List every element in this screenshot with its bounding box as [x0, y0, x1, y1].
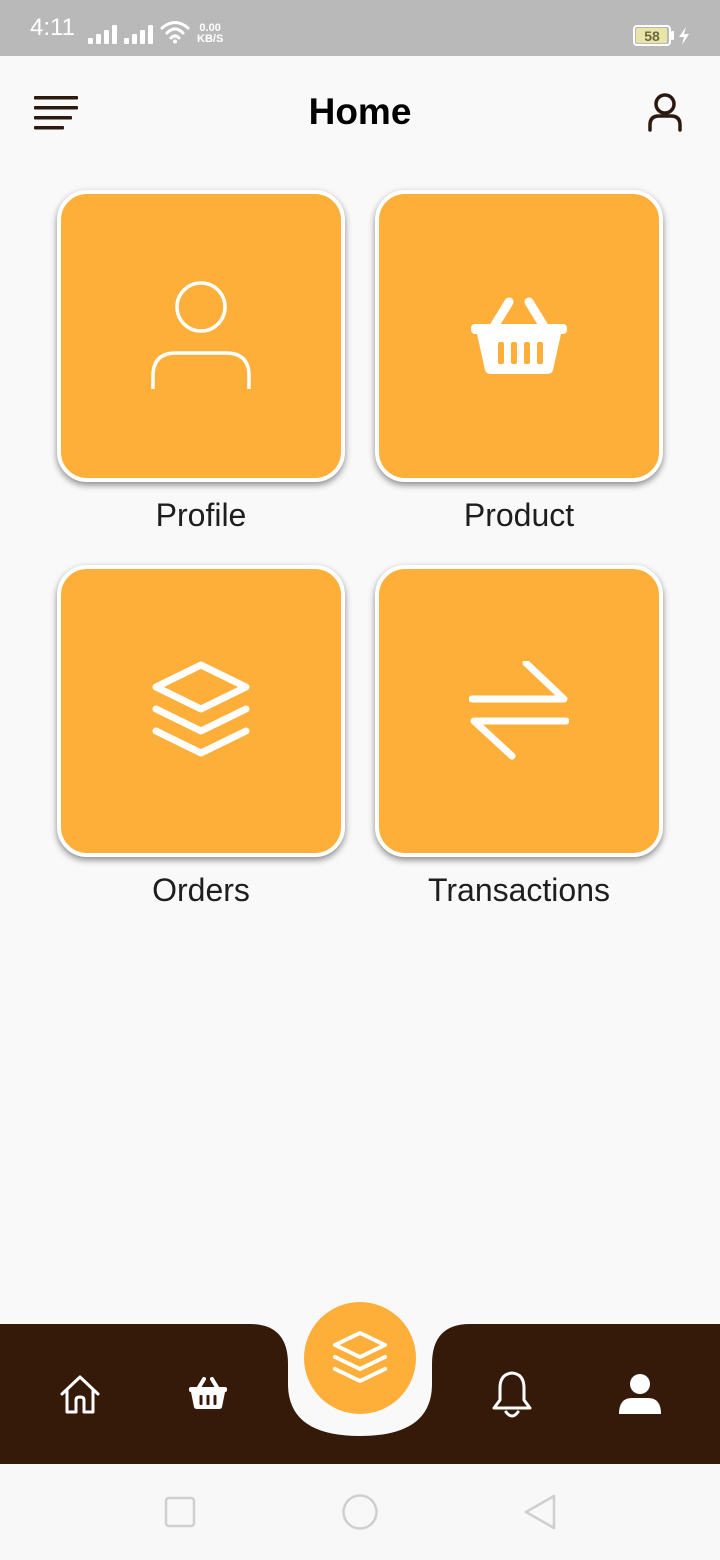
network-speed: 0.00 KB/S	[197, 23, 223, 45]
tile-product-box[interactable]	[375, 190, 663, 482]
tile-transactions-box[interactable]	[375, 565, 663, 857]
status-bar: 4:11 0.00 KB/S 58	[0, 0, 720, 56]
page-title: Home	[308, 91, 412, 132]
tile-profile-label: Profile	[155, 497, 247, 533]
status-time: 4:11	[30, 14, 75, 41]
signal-strength-icon	[88, 24, 117, 44]
tile-profile[interactable]: Profile	[57, 190, 345, 534]
tile-transactions[interactable]: Transactions	[375, 565, 663, 909]
charging-bolt-icon	[679, 27, 689, 45]
tile-transactions-label: Transactions	[428, 872, 610, 908]
layers-icon	[152, 661, 250, 757]
tile-orders-label: Orders	[152, 872, 250, 908]
nav-basket-icon[interactable]	[188, 1376, 228, 1410]
signal-strength-icon	[124, 24, 153, 44]
nav-home-icon[interactable]	[59, 1373, 101, 1415]
recents-icon[interactable]	[164, 1496, 196, 1528]
tile-profile-box[interactable]	[57, 190, 345, 482]
system-navigation-bar	[0, 1464, 720, 1560]
nav-orders-fab[interactable]	[304, 1302, 416, 1414]
wifi-icon	[160, 21, 190, 44]
battery-icon: 58	[633, 25, 671, 46]
basket-icon	[471, 297, 567, 374]
nav-profile-icon[interactable]	[618, 1372, 662, 1416]
nav-bell-icon[interactable]	[491, 1370, 533, 1420]
battery-tip	[671, 31, 674, 40]
layers-icon	[333, 1331, 387, 1383]
user-outline-icon	[151, 281, 251, 389]
back-icon[interactable]	[522, 1493, 558, 1531]
battery-level: 58	[644, 28, 660, 44]
swap-arrows-icon	[469, 661, 569, 760]
tile-orders-box[interactable]	[57, 565, 345, 857]
account-button[interactable]	[644, 92, 686, 134]
menu-icon[interactable]	[34, 96, 78, 130]
network-speed-unit: KB/S	[197, 33, 224, 45]
tile-product-label: Product	[463, 497, 575, 533]
tile-product[interactable]: Product	[375, 190, 663, 534]
home-circle-icon[interactable]	[341, 1493, 379, 1531]
tile-orders[interactable]: Orders	[57, 565, 345, 909]
